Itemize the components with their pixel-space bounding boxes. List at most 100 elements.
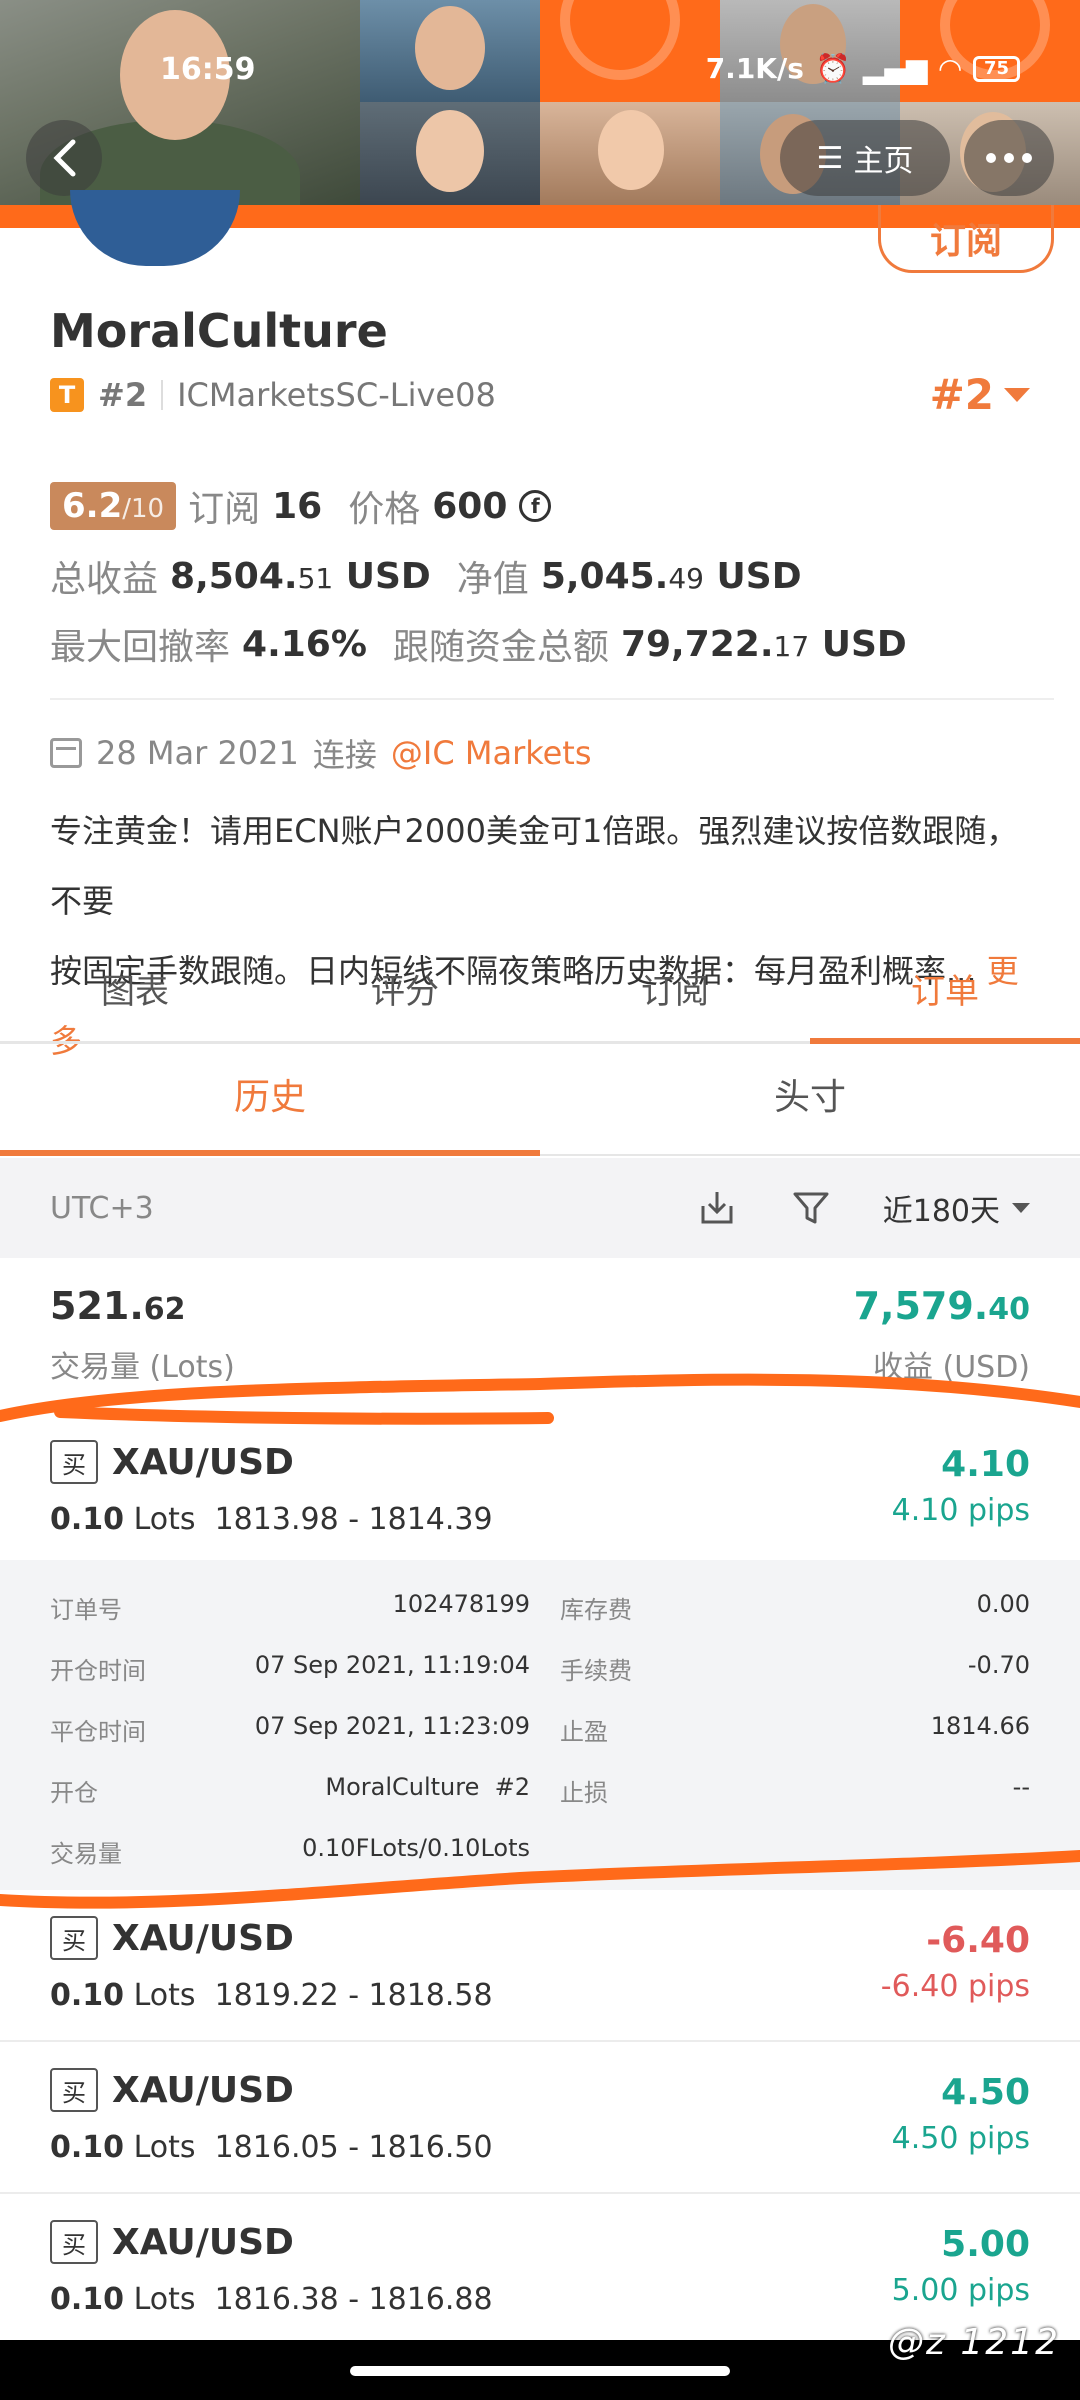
order-pips: -6.40 pips bbox=[880, 1969, 1030, 2004]
server-name: ICMarketsSC-Live08 bbox=[177, 376, 496, 414]
tab-subscription[interactable]: 订阅 bbox=[540, 948, 810, 1041]
order-details: 0.10 Lots 1813.98 - 1814.39 bbox=[50, 1502, 493, 1537]
detail-value: -0.70 bbox=[967, 1651, 1030, 1679]
subscribe-button[interactable]: 订阅 bbox=[878, 205, 1054, 273]
detail-value: 0.00 bbox=[976, 1590, 1030, 1618]
total-profit-label: 总收益 bbox=[50, 559, 159, 600]
provider-meta: T #2 ICMarketsSC-Live08 bbox=[50, 376, 496, 414]
order-row[interactable]: 买 XAU/USD 0.10 Lots 1816.05 - 1816.50 4.… bbox=[0, 2042, 1080, 2194]
status-icons: 7.1K/s ⏰ ▂▄▆ ◠ 75 bbox=[706, 52, 1020, 85]
detail-label: 库存费 bbox=[560, 1596, 632, 1624]
main-tabs: 图表 评分 订阅 订单 bbox=[0, 948, 1080, 1044]
network-speed: 7.1K/s bbox=[705, 52, 804, 85]
calendar-icon bbox=[50, 738, 82, 768]
score-badge: 6.2/10 bbox=[50, 482, 177, 530]
back-button[interactable] bbox=[26, 120, 102, 196]
detail-value: 0.10FLots/0.10Lots bbox=[302, 1834, 530, 1862]
broker-link[interactable]: @IC Markets bbox=[391, 734, 592, 772]
connect-date: 28 Mar 2021 bbox=[96, 734, 299, 772]
detail-value: 07 Sep 2021, 11:23:09 bbox=[254, 1712, 530, 1740]
follow-funds-label: 跟随资金总额 bbox=[392, 627, 609, 668]
range-dropdown[interactable]: 近180天 bbox=[883, 1186, 1030, 1230]
order-details: 0.10 Lots 1816.38 - 1816.88 bbox=[50, 2282, 493, 2317]
price-value: 600 bbox=[432, 485, 508, 527]
banner-photo bbox=[360, 0, 540, 102]
equity-label: 净值 bbox=[456, 559, 529, 600]
order-detail-panel: 订单号 102478199 库存费 0.00 开仓时间 07 Sep 2021,… bbox=[0, 1560, 1080, 1890]
filter-bar: UTC+3 近180天 bbox=[0, 1158, 1080, 1258]
signal-icon: ▂▄▆ bbox=[862, 52, 928, 85]
buy-badge: 买 bbox=[50, 1440, 98, 1484]
order-pips: 5.00 pips bbox=[891, 2273, 1030, 2308]
banner-photo bbox=[360, 102, 540, 205]
order-row[interactable]: 买 XAU/USD 0.10 Lots 1813.98 - 1814.39 4.… bbox=[0, 1400, 1080, 1560]
equity-value: 5,045.49 USD bbox=[540, 555, 802, 597]
back-arrow-icon bbox=[53, 139, 76, 177]
order-pips: 4.10 pips bbox=[891, 1493, 1030, 1528]
menu-icon: ☰ bbox=[816, 140, 844, 176]
subs-label: 订阅 bbox=[188, 489, 261, 530]
banner-photo bbox=[720, 0, 900, 102]
detail-label: 手续费 bbox=[560, 1657, 632, 1685]
coin-icon: f bbox=[519, 490, 552, 522]
battery-icon: 75 bbox=[972, 55, 1020, 82]
detail-label: 交易量 bbox=[50, 1840, 122, 1868]
divider bbox=[161, 380, 164, 410]
order-row[interactable]: 买 XAU/USD 0.10 Lots 1816.38 - 1816.88 5.… bbox=[0, 2194, 1080, 2340]
order-symbol: XAU/USD bbox=[112, 2069, 294, 2111]
total-lots: 521.62 bbox=[50, 1284, 186, 1328]
tab-positions[interactable]: 头寸 bbox=[540, 1044, 1080, 1154]
more-options-button[interactable] bbox=[964, 120, 1054, 196]
detail-label: 止盈 bbox=[560, 1718, 608, 1746]
order-profit: -6.40 bbox=[926, 1920, 1030, 1961]
tab-orders[interactable]: 订单 bbox=[810, 948, 1080, 1044]
order-symbol: XAU/USD bbox=[112, 1441, 294, 1483]
connect-row: 28 Mar 2021 连接 @IC Markets bbox=[50, 730, 592, 776]
detail-label: 平仓时间 bbox=[50, 1718, 146, 1746]
order-details: 0.10 Lots 1819.22 - 1818.58 bbox=[50, 1978, 493, 2013]
banner-photo bbox=[540, 102, 720, 205]
buy-badge: 买 bbox=[50, 2220, 98, 2264]
detail-value: MoralCulture #2 bbox=[325, 1773, 530, 1801]
tier-badge: T bbox=[50, 378, 84, 412]
total-profit-label: 收益 (USD) bbox=[872, 1350, 1030, 1385]
banner-pattern bbox=[900, 0, 1080, 102]
connect-label: 连接 bbox=[312, 736, 377, 774]
drawdown-value: 4.16% bbox=[242, 623, 367, 665]
provider-name: MoralCulture bbox=[50, 304, 388, 358]
filter-icon[interactable] bbox=[789, 1186, 833, 1230]
order-profit: 4.10 bbox=[941, 1444, 1030, 1485]
price-label: 价格 bbox=[348, 489, 421, 530]
total-profit-value: 8,504.51 USD bbox=[170, 555, 431, 597]
timezone-label: UTC+3 bbox=[50, 1190, 154, 1226]
order-row[interactable]: 买 XAU/USD 0.10 Lots 1819.22 - 1818.58 -6… bbox=[0, 1890, 1080, 2042]
range-label: 近180天 bbox=[882, 1194, 1000, 1229]
subs-value: 16 bbox=[272, 485, 323, 527]
wifi-icon: ◠ bbox=[939, 52, 961, 85]
caret-down-icon bbox=[1012, 1203, 1030, 1213]
banner-pattern bbox=[540, 0, 720, 102]
total-lots-label: 交易量 (Lots) bbox=[50, 1350, 235, 1385]
download-icon[interactable] bbox=[695, 1186, 739, 1230]
order-subtabs: 历史 头寸 bbox=[0, 1044, 1080, 1156]
detail-value: 07 Sep 2021, 11:19:04 bbox=[254, 1651, 530, 1679]
stats-row-3: 最大回撤率 4.16% 跟随资金总额 79,722.17 USD bbox=[50, 618, 907, 670]
home-gesture-bar[interactable] bbox=[350, 2366, 730, 2376]
stats-row-1: 6.2/10 订阅 16 价格 600 f bbox=[50, 480, 552, 532]
watermark: @z 1212 bbox=[888, 2322, 1060, 2363]
detail-value: 1814.66 bbox=[930, 1712, 1030, 1740]
stats-row-2: 总收益 8,504.51 USD 净值 5,045.49 USD bbox=[50, 550, 802, 602]
rank-dropdown[interactable]: #2 bbox=[930, 370, 1030, 419]
description-line: 专注黄金！请用ECN账户2000美金可1倍跟。强烈建议按倍数跟随，不要 bbox=[50, 812, 1019, 920]
detail-value: 102478199 bbox=[392, 1590, 530, 1618]
detail-label: 订单号 bbox=[50, 1596, 122, 1624]
rank-label: #2 bbox=[98, 376, 148, 414]
divider bbox=[50, 698, 1054, 700]
buy-badge: 买 bbox=[50, 1916, 98, 1960]
tab-rating[interactable]: 评分 bbox=[270, 948, 540, 1041]
alarm-icon: ⏰ bbox=[815, 52, 851, 85]
home-button[interactable]: ☰ 主页 bbox=[780, 120, 950, 196]
tab-chart[interactable]: 图表 bbox=[0, 948, 270, 1041]
tab-history[interactable]: 历史 bbox=[0, 1044, 540, 1156]
buy-badge: 买 bbox=[50, 2068, 98, 2112]
